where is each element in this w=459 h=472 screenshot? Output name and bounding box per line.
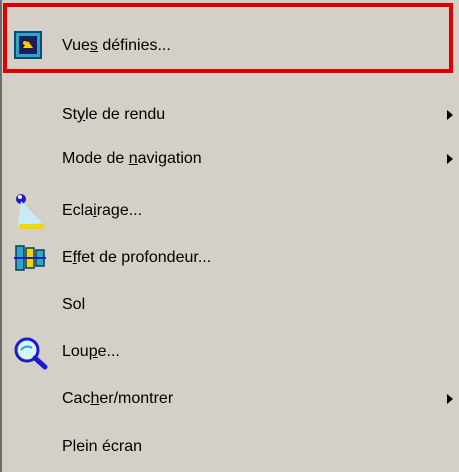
menu-item-loupe[interactable]: Loupe...: [2, 330, 459, 374]
menu-item-label-rest: rage...: [96, 202, 143, 219]
menu-item-style-de-rendu[interactable]: Style de rendu: [2, 93, 459, 137]
menu-item-effet-de-profondeur[interactable]: Effet de profondeur...: [2, 236, 459, 280]
menu-item-cacher-montrer[interactable]: Cacher/montrer: [2, 377, 459, 421]
submenu-arrow-icon: [447, 154, 453, 164]
highlight-frame: [3, 3, 453, 73]
menu-item-label: St: [62, 106, 78, 123]
menu-item-label: E: [62, 249, 73, 266]
menu-item-label-rest: le de rendu: [85, 106, 166, 123]
lighting-icon: [12, 191, 48, 231]
menu-item-label-rest: e...: [97, 343, 120, 360]
submenu-arrow-icon: [447, 394, 453, 404]
menu-item-label: Plein écran: [62, 438, 143, 455]
menu-item-mode-de-navigation[interactable]: Mode de navigation: [2, 137, 459, 181]
menu-item-eclairage[interactable]: Eclairage...: [2, 189, 459, 233]
menu-item-plein-ecran[interactable]: Plein écran: [2, 425, 459, 469]
depth-effect-icon: [14, 242, 46, 274]
mnemonic: y: [77, 106, 86, 123]
mnemonic: n: [128, 150, 138, 167]
menu-item-label-rest: er/montrer: [99, 390, 174, 407]
menu-item-sol[interactable]: Sol: [2, 283, 459, 327]
menu-item-label-rest: avigation: [137, 150, 202, 167]
submenu-arrow-icon: [447, 110, 453, 120]
menu-item-label: Cac: [62, 390, 91, 407]
menu-item-label: Mode de: [62, 150, 129, 167]
mnemonic: p: [88, 343, 98, 360]
menu-item-label: Lou: [62, 343, 89, 360]
menu-item-label-rest: fet de profondeur...: [76, 249, 212, 266]
menu-item-label: Sol: [62, 296, 86, 313]
menu-item-label: Ecla: [62, 202, 94, 219]
magnifier-icon: [12, 336, 48, 370]
